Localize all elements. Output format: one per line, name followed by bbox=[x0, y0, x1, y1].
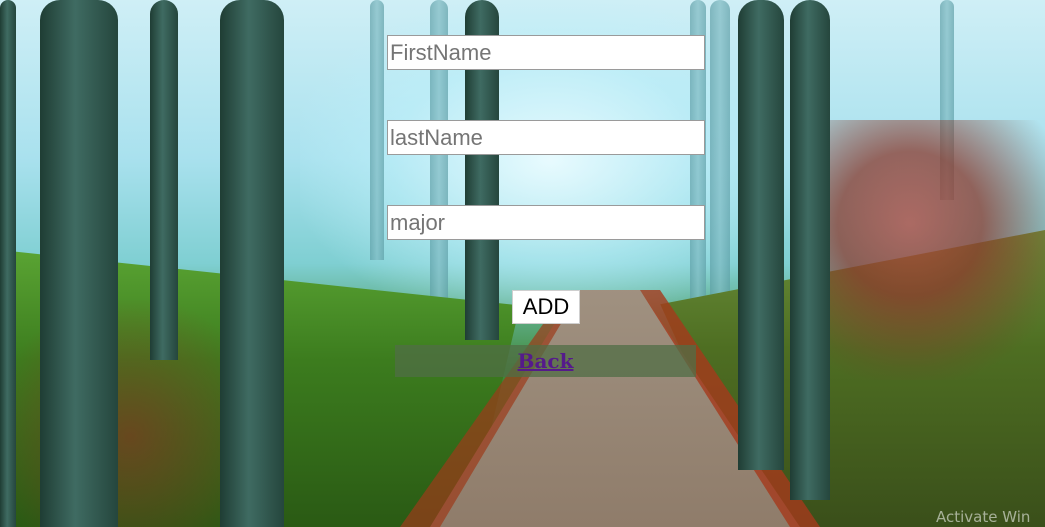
last-name-input[interactable] bbox=[387, 120, 705, 155]
tree-trunk bbox=[220, 0, 284, 527]
major-input[interactable] bbox=[387, 205, 705, 240]
tree-trunk bbox=[0, 0, 16, 527]
red-foliage-right bbox=[820, 120, 1045, 380]
tree-trunk bbox=[738, 0, 784, 470]
tree-far bbox=[370, 0, 384, 260]
back-link[interactable]: Back bbox=[518, 349, 574, 373]
forest-background: ADD Back Activate Win bbox=[0, 0, 1045, 527]
add-button[interactable]: ADD bbox=[512, 290, 580, 324]
activation-watermark: Activate Win bbox=[936, 508, 1031, 526]
tree-trunk bbox=[790, 0, 830, 500]
back-bar: Back bbox=[395, 345, 696, 377]
tree-trunk bbox=[40, 0, 118, 527]
tree-trunk bbox=[150, 0, 178, 360]
first-name-input[interactable] bbox=[387, 35, 705, 70]
